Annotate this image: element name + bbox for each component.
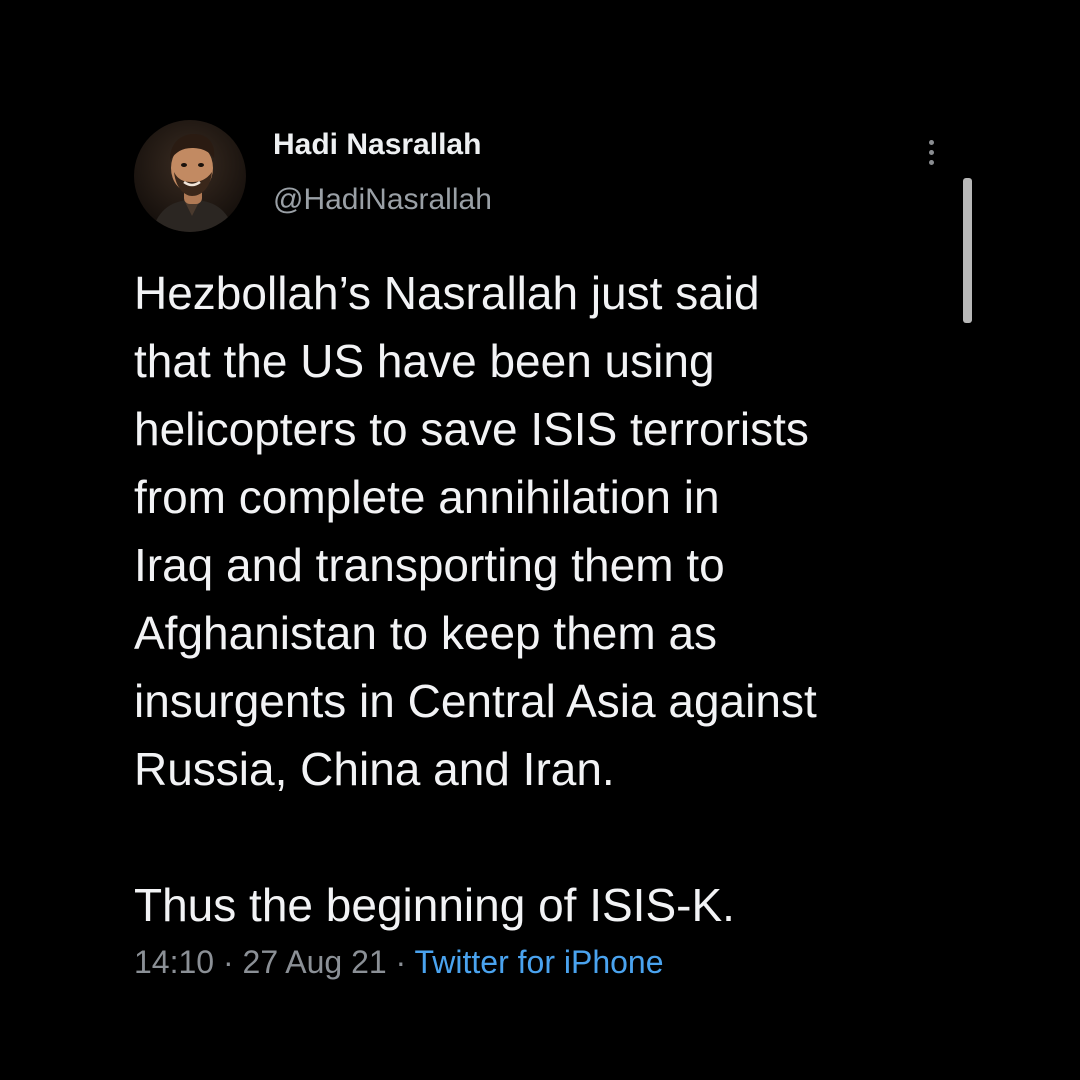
tweet-time[interactable]: 14:10 [134,944,214,980]
tweet-source-link[interactable]: Twitter for iPhone [415,944,664,980]
avatar-image [134,120,246,232]
tweet-text-line: helicopters to save ISIS terrorists [134,403,809,455]
avatar[interactable] [134,120,246,232]
tweet-text-line: Hezbollah’s Nasrallah just said [134,267,760,319]
tweet-text-line: Iraq and transporting them to [134,539,725,591]
meta-separator: · [214,944,243,980]
tweet-text-line: Afghanistan to keep them as [134,607,718,659]
tweet-meta: 14:10 · 27 Aug 21 · Twitter for iPhone [134,944,664,981]
user-handle[interactable]: @HadiNasrallah [273,183,492,217]
more-vertical-icon-dot [928,149,934,155]
tweet-text-line: that the US have been using [134,335,715,387]
meta-separator: · [386,944,415,980]
tweet-text-line: Russia, China and Iran. [134,743,615,795]
tweet-card: Hadi Nasrallah @HadiNasrallah Hezbollah’… [0,0,1080,1080]
more-vertical-icon [928,139,934,145]
more-options-button[interactable] [916,132,946,172]
tweet-text-line: insurgents in Central Asia against [134,675,817,727]
tweet-date[interactable]: 27 Aug 21 [243,944,387,980]
scrollbar[interactable] [963,178,972,323]
tweet-text: Hezbollah’s Nasrallah just said that the… [134,259,944,939]
display-name[interactable]: Hadi Nasrallah [273,128,481,162]
tweet-text-line: from complete annihilation in [134,471,720,523]
tweet-text-closing-line: Thus the beginning of ISIS-K. [134,879,735,931]
more-vertical-icon-dot [928,159,934,165]
